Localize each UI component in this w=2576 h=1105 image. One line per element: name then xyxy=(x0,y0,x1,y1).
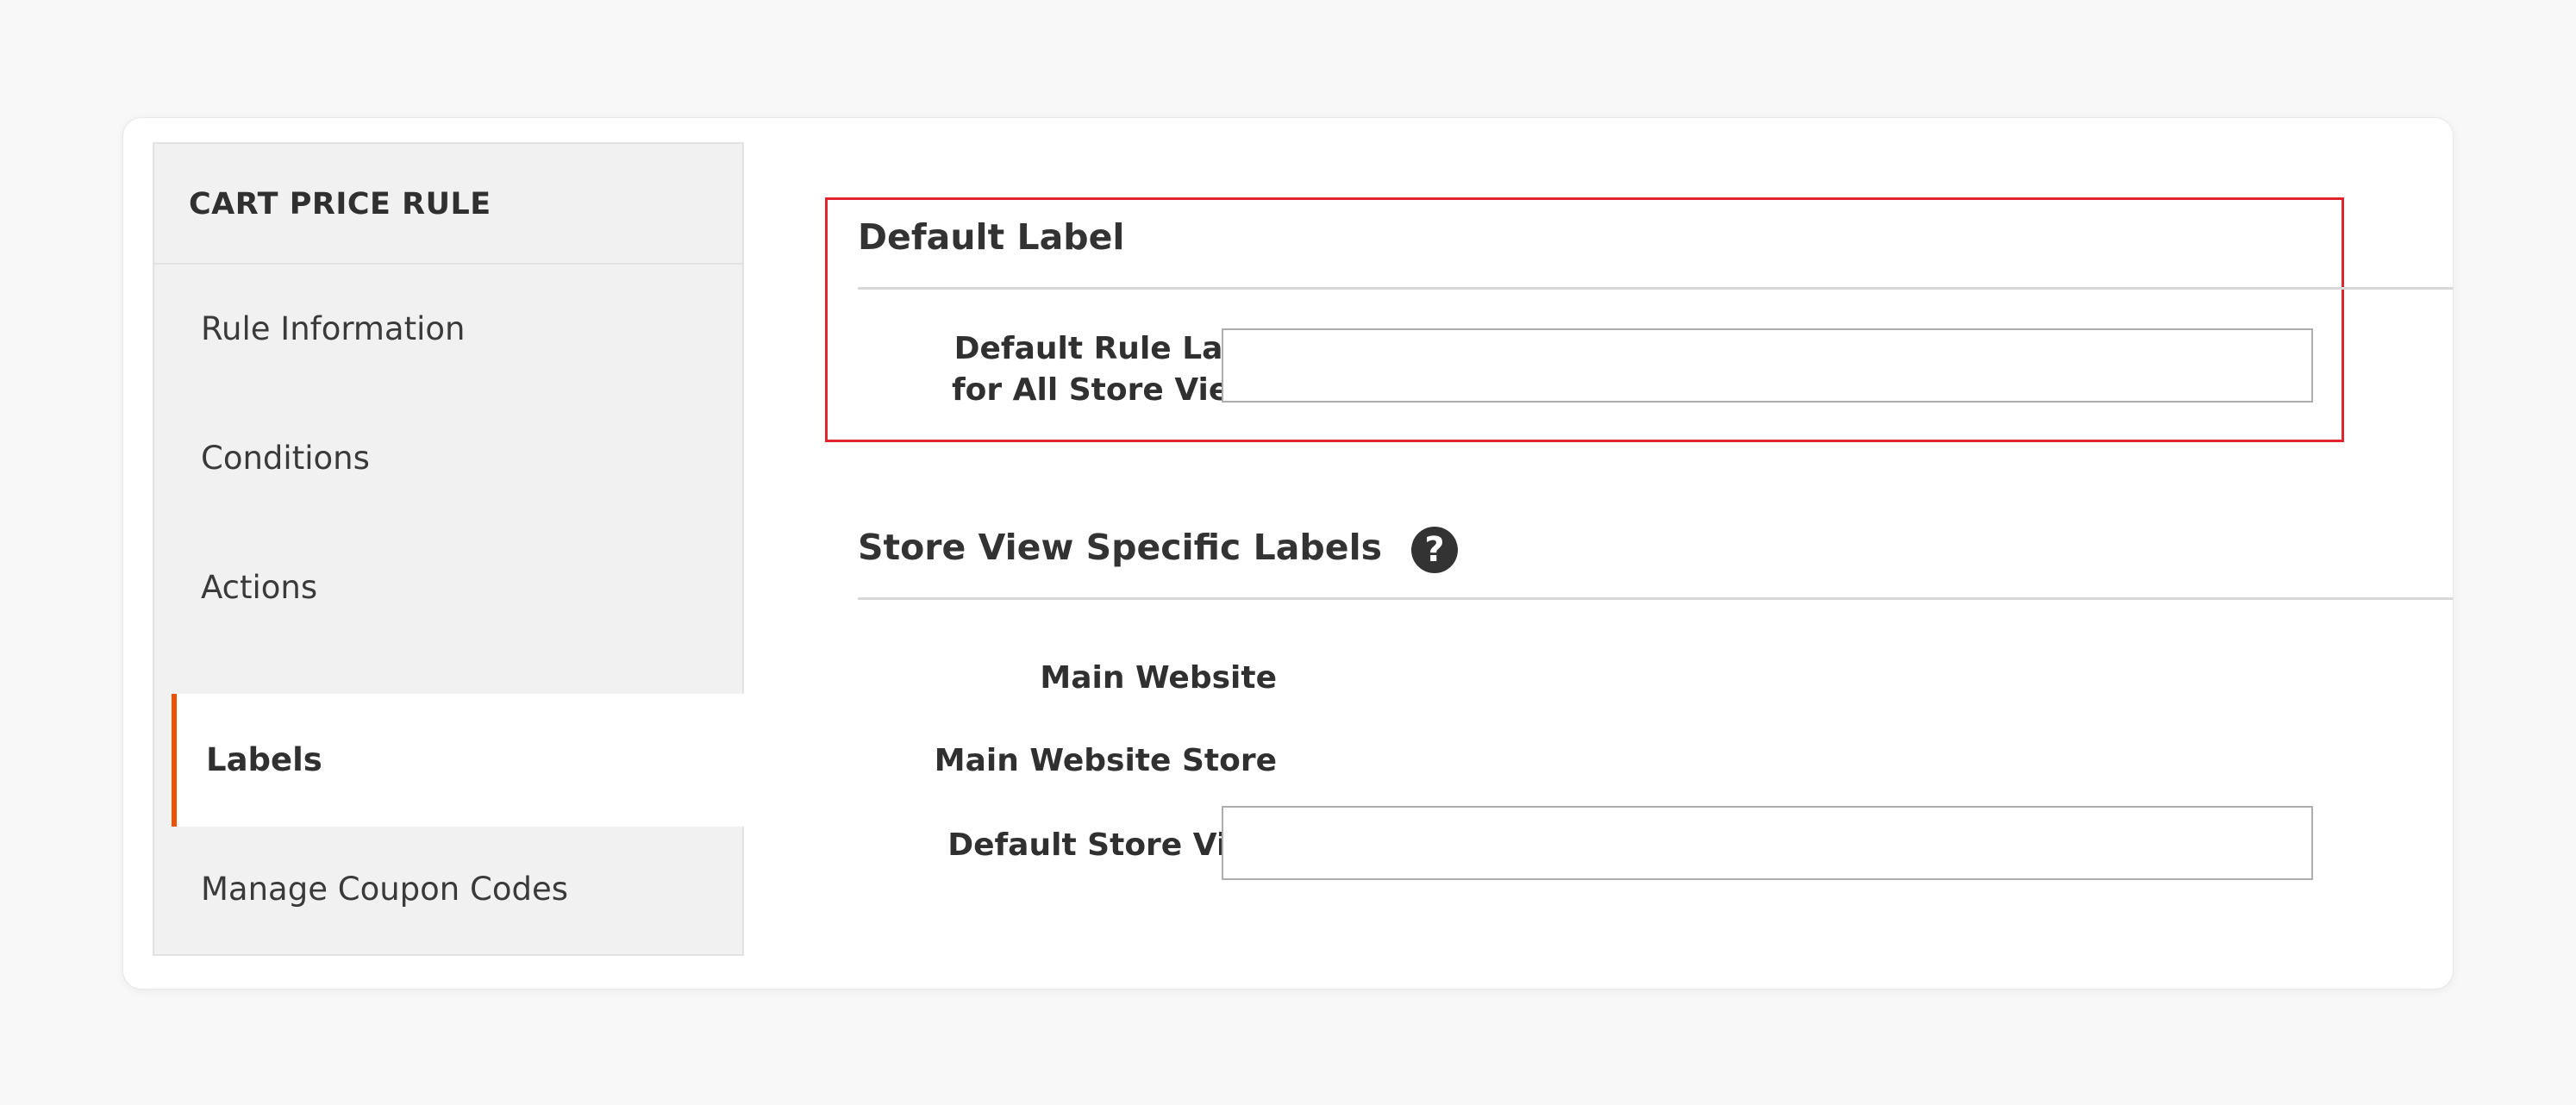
default-store-view-label: Default Store View xyxy=(947,827,1277,863)
store-view-labels-title: Store View Specific Labels xyxy=(858,527,1383,568)
sidebar-item-conditions[interactable]: Conditions xyxy=(154,394,742,523)
sidebar-item-label: Labels xyxy=(206,741,322,778)
sidebar-item-labels[interactable]: Labels xyxy=(172,694,744,827)
cart-price-rule-panel: CART PRICE RULE Rule Information Conditi… xyxy=(122,117,2454,990)
question-circle-icon[interactable]: ? xyxy=(1411,527,1458,573)
sidebar-item-label: Rule Information xyxy=(201,310,466,347)
default-store-view-input[interactable] xyxy=(1222,806,2313,880)
default-label-divider xyxy=(858,287,2453,290)
store-view-labels-divider xyxy=(858,597,2453,600)
field-label-line: for All Store Views xyxy=(952,372,1277,408)
sidebar-item-label: Conditions xyxy=(201,440,370,477)
sidebar-item-label: Actions xyxy=(201,569,318,606)
main-website-store-label: Main Website Store xyxy=(934,743,1277,778)
sidebar-title: CART PRICE RULE xyxy=(154,144,742,265)
sidebar-item-label: Manage Coupon Codes xyxy=(201,871,568,908)
main-website-label: Main Website xyxy=(1040,660,1277,696)
sidebar-item-manage-coupon-codes[interactable]: Manage Coupon Codes xyxy=(154,825,742,954)
field-label-line: Default Rule Label xyxy=(953,331,1277,366)
sidebar-nav: CART PRICE RULE Rule Information Conditi… xyxy=(153,142,744,956)
sidebar-item-rule-information[interactable]: Rule Information xyxy=(154,265,742,394)
default-label-title: Default Label xyxy=(858,216,1125,258)
default-rule-label-input[interactable] xyxy=(1222,328,2313,403)
sidebar-item-actions[interactable]: Actions xyxy=(154,523,742,652)
default-rule-label-field-label: Default Rule Label for All Store Views xyxy=(872,328,1277,411)
